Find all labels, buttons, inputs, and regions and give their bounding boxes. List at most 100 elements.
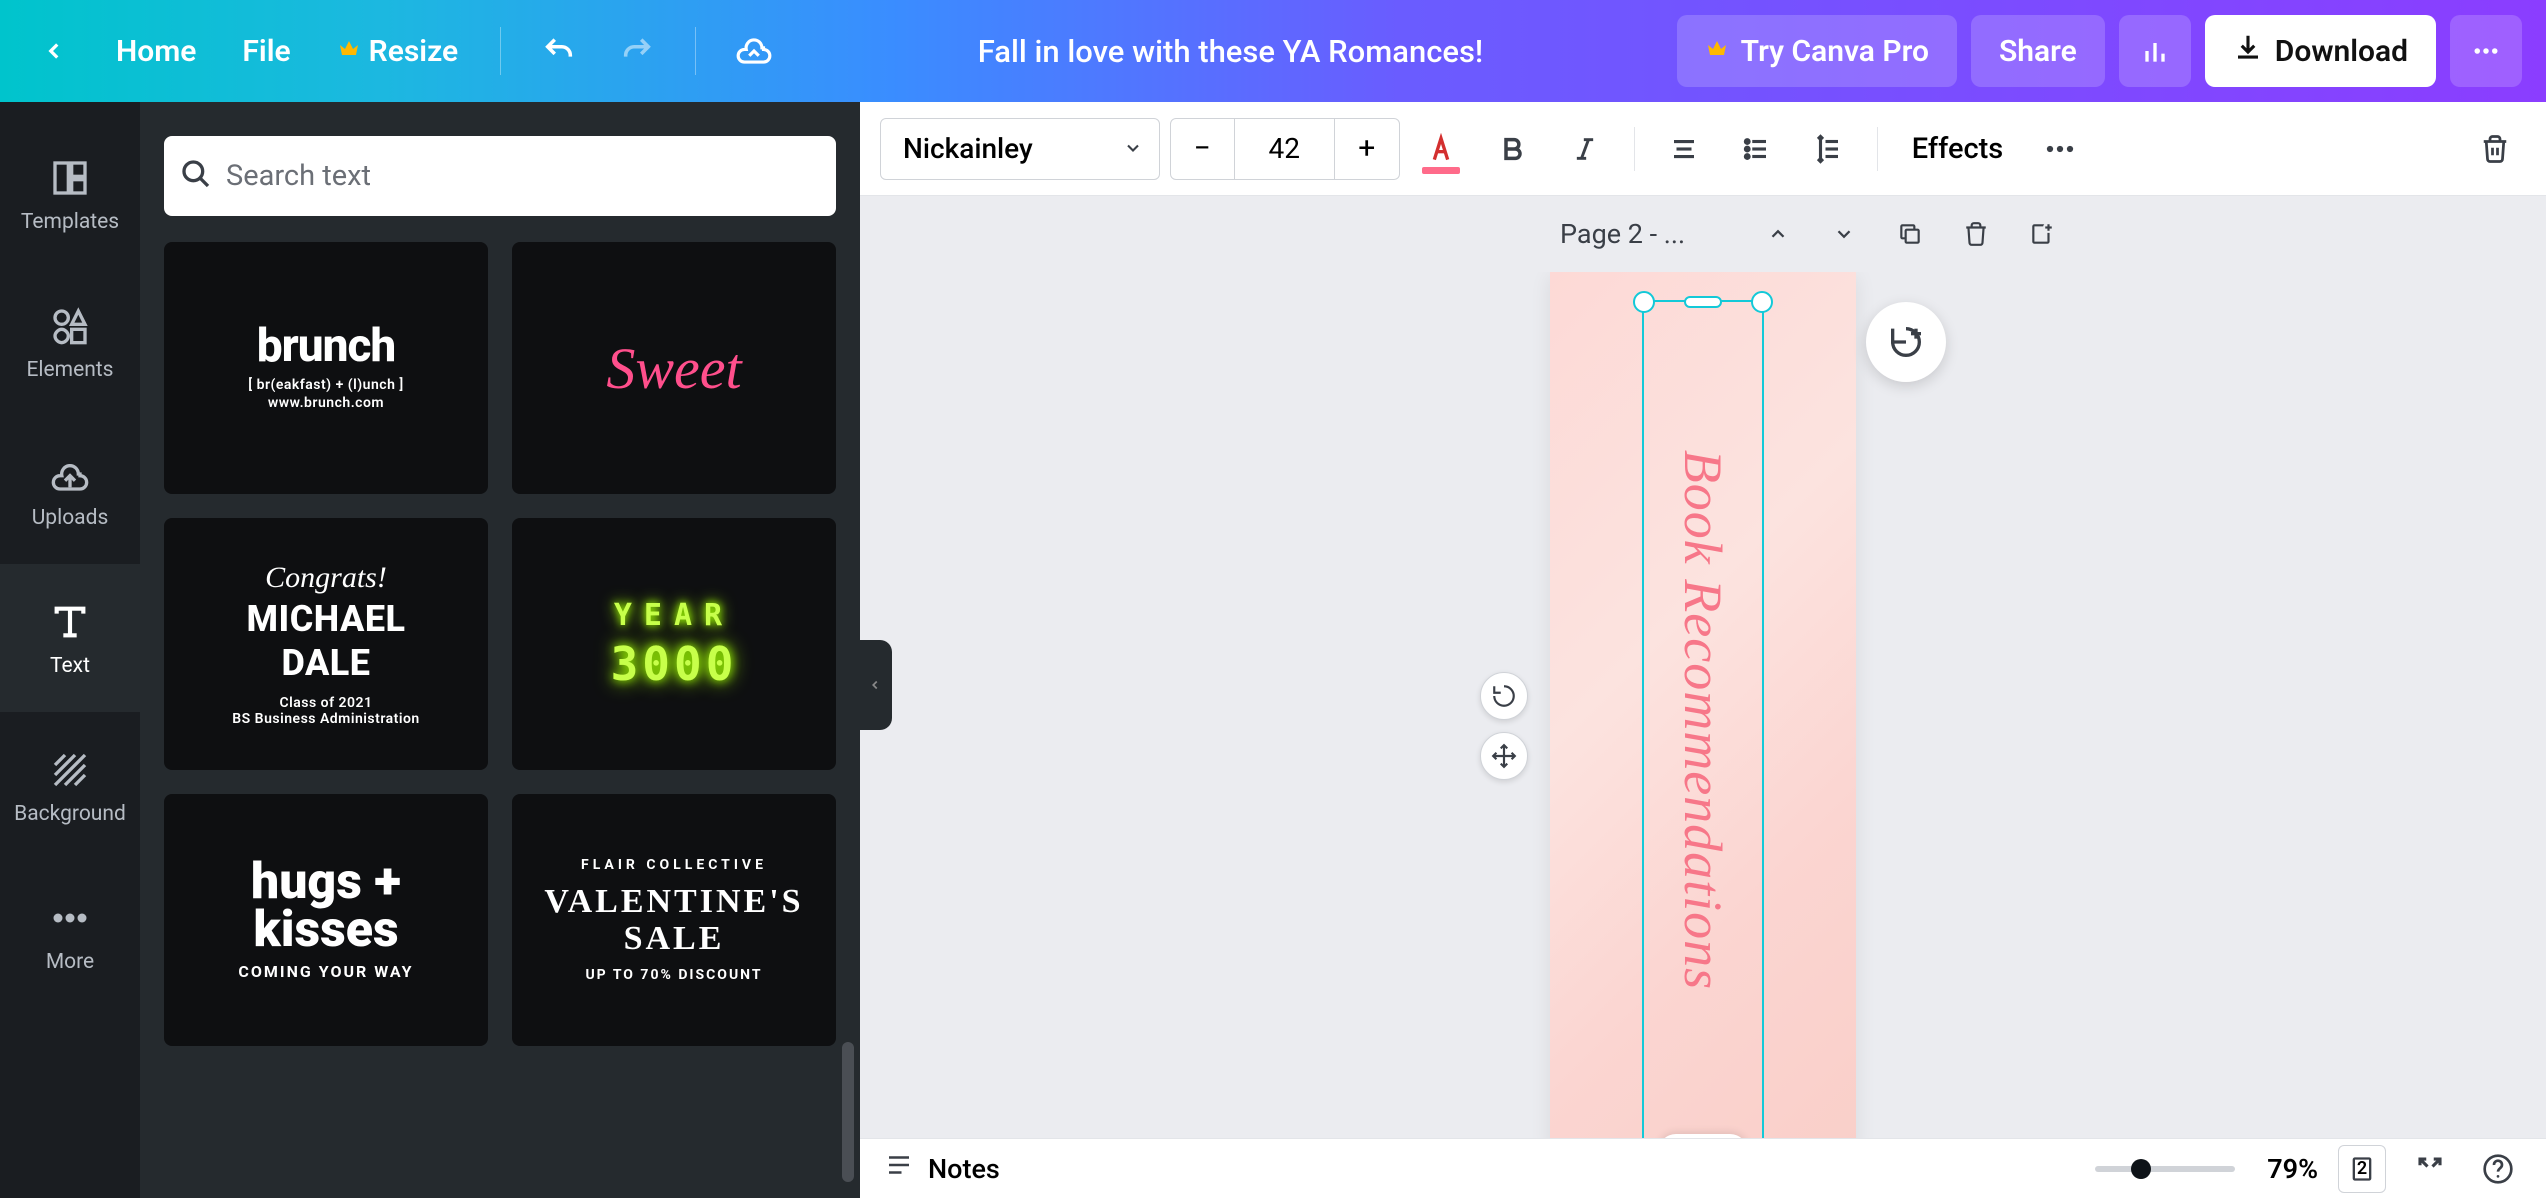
- template-text: YEAR: [614, 598, 734, 633]
- crown-icon: [337, 34, 361, 69]
- rail-uploads-label: Uploads: [32, 506, 109, 530]
- download-button[interactable]: Download: [2205, 15, 2436, 87]
- try-pro-button[interactable]: Try Canva Pro: [1677, 15, 1957, 87]
- bold-button[interactable]: [1482, 118, 1544, 180]
- elements-icon: [46, 302, 94, 350]
- template-text: [ br(eakfast) + (l)unch ]: [248, 377, 403, 393]
- text-template-card[interactable]: brunch [ br(eakfast) + (l)unch ] www.bru…: [164, 242, 488, 494]
- effects-label: Effects: [1912, 132, 2004, 166]
- rail-background[interactable]: Background: [0, 712, 140, 860]
- template-text: DALE: [281, 645, 370, 683]
- download-label: Download: [2275, 34, 2408, 69]
- rail-text-label: Text: [50, 654, 90, 678]
- canvas-text[interactable]: Book Recommendations: [1672, 450, 1734, 990]
- template-text: BS Business Administration: [232, 711, 419, 727]
- chevron-down-icon: [1123, 132, 1143, 165]
- text-icon: [46, 598, 94, 646]
- page-count: 2: [2357, 1158, 2367, 1179]
- template-text: hugs +: [251, 859, 401, 907]
- template-text: FLAIR COLLECTIVE: [581, 857, 767, 873]
- cloud-sync-icon[interactable]: [724, 21, 784, 81]
- effects-button[interactable]: Effects: [1896, 118, 2020, 180]
- text-template-card[interactable]: Sweet: [512, 242, 836, 494]
- search-input-wrapper[interactable]: [164, 136, 836, 216]
- search-input[interactable]: [226, 159, 820, 193]
- text-template-card[interactable]: hugs + kisses COMING YOUR WAY: [164, 794, 488, 1046]
- canvas-page[interactable]: Book Recommendations: [1550, 272, 1856, 1138]
- zoom-value[interactable]: 79%: [2267, 1153, 2318, 1185]
- rail-elements[interactable]: Elements: [0, 268, 140, 416]
- page-next-button[interactable]: [1820, 210, 1868, 258]
- italic-button[interactable]: [1554, 118, 1616, 180]
- separator: [695, 27, 696, 75]
- list-button[interactable]: [1725, 118, 1787, 180]
- page-expand-button[interactable]: [1658, 1134, 1748, 1138]
- move-button[interactable]: [1480, 732, 1528, 780]
- separator: [500, 27, 501, 75]
- page-label: Page 2 - ...: [1560, 218, 1685, 250]
- spacing-button[interactable]: [1797, 118, 1859, 180]
- redo-button[interactable]: [607, 21, 667, 81]
- notes-label: Notes: [928, 1153, 1000, 1185]
- zoom-slider[interactable]: [2095, 1166, 2235, 1172]
- rotate-button[interactable]: [1480, 672, 1528, 720]
- collapse-panel-button[interactable]: [858, 640, 892, 730]
- resize-handle[interactable]: [1684, 296, 1722, 308]
- font-family-select[interactable]: Nickainley: [880, 118, 1160, 180]
- insights-button[interactable]: [2119, 15, 2191, 87]
- rail-uploads[interactable]: Uploads: [0, 416, 140, 564]
- selection-box[interactable]: Book Recommendations: [1642, 300, 1764, 1138]
- font-name: Nickainley: [903, 132, 1033, 165]
- scrollbar[interactable]: [842, 1042, 854, 1182]
- font-size-value[interactable]: 42: [1235, 119, 1335, 179]
- resize-handle[interactable]: [1633, 291, 1655, 313]
- share-button[interactable]: Share: [1971, 15, 2105, 87]
- separator: [1877, 127, 1878, 171]
- rail-more[interactable]: More: [0, 860, 140, 1008]
- resize-button[interactable]: Resize: [323, 24, 473, 79]
- template-text: www.brunch.com: [268, 395, 384, 411]
- download-icon: [2233, 32, 2263, 70]
- rail-templates[interactable]: Templates: [0, 120, 140, 268]
- separator: [1634, 127, 1635, 171]
- resize-handle[interactable]: [1751, 291, 1773, 313]
- delete-page-button[interactable]: [1952, 210, 2000, 258]
- font-size-decrease[interactable]: −: [1171, 119, 1235, 179]
- templates-icon: [46, 154, 94, 202]
- page-prev-button[interactable]: [1754, 210, 1802, 258]
- uploads-icon: [46, 450, 94, 498]
- more-menu-button[interactable]: [2450, 15, 2522, 87]
- text-template-card[interactable]: FLAIR COLLECTIVE VALENTINE'S SALE UP TO …: [512, 794, 836, 1046]
- delete-button[interactable]: [2464, 118, 2526, 180]
- home-button[interactable]: Home: [102, 24, 210, 79]
- rail-more-label: More: [46, 950, 94, 974]
- notes-button[interactable]: Notes: [884, 1150, 1000, 1187]
- duplicate-page-button[interactable]: [1886, 210, 1934, 258]
- add-page-button[interactable]: [2018, 210, 2066, 258]
- font-size-increase[interactable]: +: [1335, 119, 1399, 179]
- magic-button[interactable]: [1866, 302, 1946, 382]
- help-button[interactable]: [2474, 1145, 2522, 1193]
- fullscreen-button[interactable]: [2406, 1145, 2454, 1193]
- more-options-button[interactable]: [2029, 118, 2091, 180]
- text-template-card[interactable]: Congrats! MICHAEL DALE Class of 2021 BS …: [164, 518, 488, 770]
- undo-button[interactable]: [529, 21, 589, 81]
- background-icon: [46, 746, 94, 794]
- text-align-button[interactable]: [1653, 118, 1715, 180]
- back-button[interactable]: [24, 21, 84, 81]
- text-template-card[interactable]: YEAR 3000: [512, 518, 836, 770]
- document-title[interactable]: Fall in love with these YA Romances!: [784, 33, 1676, 70]
- rail-text[interactable]: Text: [0, 564, 140, 712]
- template-text: 3000: [611, 637, 738, 691]
- crown-icon: [1705, 34, 1729, 69]
- more-icon: [46, 894, 94, 942]
- text-color-button[interactable]: [1410, 118, 1472, 180]
- color-swatch: [1422, 167, 1460, 174]
- template-text: MICHAEL: [246, 601, 405, 639]
- page-count-button[interactable]: 2: [2338, 1145, 2386, 1193]
- file-menu[interactable]: File: [228, 24, 304, 79]
- slider-thumb[interactable]: [2131, 1159, 2151, 1179]
- template-text: UP TO 70% DISCOUNT: [585, 967, 762, 983]
- share-label: Share: [1999, 34, 2077, 69]
- template-text: SALE: [624, 920, 725, 957]
